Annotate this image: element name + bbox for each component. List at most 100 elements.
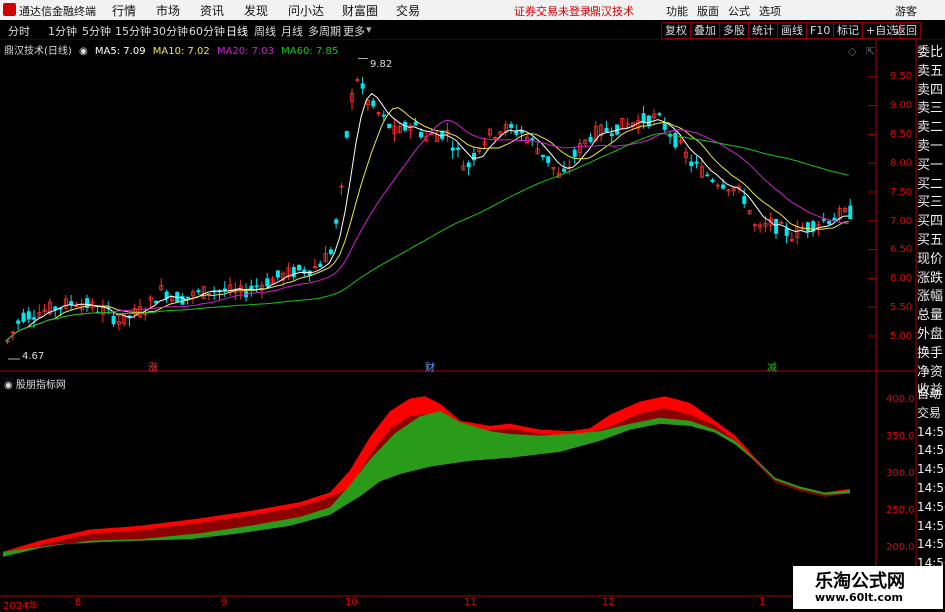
price-tick: 6.00 <box>890 273 913 284</box>
side-panel-item[interactable]: 外盘 <box>917 326 945 345</box>
candle-body <box>710 179 715 182</box>
candle-body <box>450 147 455 151</box>
candle-body <box>646 115 651 127</box>
side-panel-item[interactable]: 14:56 <box>917 535 945 554</box>
ind-tick: 400.0 <box>886 394 915 405</box>
candle-body <box>471 152 476 161</box>
candle-body <box>821 218 826 221</box>
ma20-line <box>5 119 849 342</box>
candle-body <box>440 130 445 139</box>
side-panel-item[interactable]: 14:56 <box>917 441 945 460</box>
candle-body <box>360 83 365 89</box>
ind-tick: 300.0 <box>886 468 915 479</box>
indicator-settings-icon[interactable]: ◉ <box>4 380 16 391</box>
side-panel-item[interactable]: 卖三 <box>917 100 945 119</box>
candle-body <box>546 156 551 163</box>
side-panel-item[interactable]: 涨幅 <box>917 288 945 307</box>
candle-body <box>588 136 593 142</box>
candle-body <box>466 162 471 168</box>
chart-canvas[interactable]: ◇ ⇱ <box>0 0 917 609</box>
candle-body <box>185 296 190 299</box>
candle-body <box>32 317 37 320</box>
candle-body <box>705 174 710 177</box>
candle-body <box>291 266 296 278</box>
side-panel-item[interactable]: 现价 <box>917 251 945 270</box>
side-panel-item[interactable]: 买二 <box>917 176 945 195</box>
candle-body <box>69 301 74 305</box>
candle-body <box>297 264 302 271</box>
price-tick: 7.50 <box>890 187 913 198</box>
ma5-line <box>5 92 849 342</box>
candle-body <box>694 161 699 164</box>
side-panel-item[interactable]: 换手 <box>917 345 945 364</box>
candle-body <box>265 278 270 287</box>
candle-body <box>805 222 810 232</box>
candle-body <box>456 147 461 150</box>
price-tick: 8.00 <box>890 158 913 169</box>
indicator-title: ◉ 股朋指标网 <box>4 376 66 391</box>
month-label: 8 <box>75 597 82 608</box>
side-panel-item[interactable]: 买四 <box>917 213 945 232</box>
side-panel-item[interactable]: 自动 <box>917 385 945 404</box>
month-label: 1 <box>759 597 766 608</box>
price-tick: 7.00 <box>890 216 913 227</box>
side-panel-item[interactable]: 委比 <box>917 44 945 63</box>
price-tick: 9.00 <box>890 100 913 111</box>
moving-averages <box>5 92 849 342</box>
candle-body <box>196 290 201 293</box>
price-tick: 6.50 <box>890 244 913 255</box>
candle-body <box>307 270 312 276</box>
candle-body <box>16 320 21 324</box>
side-panel-item[interactable]: 涨跌 <box>917 270 945 289</box>
event-mark-reduce[interactable]: 减 <box>767 359 777 374</box>
price-tick: 5.00 <box>890 331 913 342</box>
ma10-line <box>5 107 849 342</box>
side-panel-item[interactable]: 卖二 <box>917 119 945 138</box>
candle-body <box>662 123 667 130</box>
candle-body <box>609 133 614 136</box>
side-panel-item[interactable]: 14:56 <box>917 423 945 442</box>
chart-settings-icon[interactable]: ◇ <box>848 45 857 58</box>
side-panel-item[interactable]: 卖一 <box>917 138 945 157</box>
price-grid <box>868 76 876 337</box>
side-panel-item[interactable]: 卖五 <box>917 63 945 82</box>
candle-body <box>318 263 323 268</box>
side-panel-item[interactable]: 14:56 <box>917 498 945 517</box>
side-panel-item[interactable]: 14:56 <box>917 517 945 536</box>
trade-side-panel: 自动交易14:5614:5614:5614:5614:5614:5614:561… <box>917 385 945 573</box>
side-panel-item[interactable]: 净资 <box>917 364 945 383</box>
side-panel-item[interactable]: 总量 <box>917 307 945 326</box>
side-panel-item[interactable]: 14:56 <box>917 479 945 498</box>
candle-body <box>328 249 333 254</box>
candle-body <box>254 285 259 288</box>
price-tick: 9.50 <box>890 71 913 82</box>
candle-body <box>371 100 376 107</box>
event-mark-finance[interactable]: 财 <box>425 359 435 374</box>
candle-body <box>832 217 837 221</box>
month-label: 12 <box>602 597 615 608</box>
ind-tick: 350.0 <box>886 431 915 442</box>
candle-body <box>721 184 726 189</box>
side-panel-item[interactable]: 卖四 <box>917 82 945 101</box>
chart-expand-icon[interactable]: ⇱ <box>866 45 875 58</box>
indicator-name: 股朋指标网 <box>15 380 66 391</box>
side-panel-item[interactable]: 买一 <box>917 157 945 176</box>
side-panel-item[interactable]: 14:56 <box>917 460 945 479</box>
side-panel-item[interactable]: 买五 <box>917 232 945 251</box>
event-mark-rise[interactable]: 涨 <box>148 359 158 374</box>
candle-body <box>509 123 514 128</box>
candle-body <box>530 138 535 141</box>
candle-body <box>344 131 349 138</box>
candle-body <box>774 218 779 234</box>
candle-body <box>689 161 694 167</box>
ind-tick: 200.0 <box>886 542 915 553</box>
side-panel-item[interactable]: 买三 <box>917 194 945 213</box>
candle-body <box>540 154 545 158</box>
quote-side-panel: 委比 卖五 卖四 卖三 卖二 卖一 买一 买二 买三 买四 买五 现价 涨跌 涨幅 总量 外盘 换手 净资 收益 <box>917 44 945 401</box>
price-tick: 8.50 <box>890 129 913 140</box>
side-panel-item[interactable]: 交易 <box>917 404 945 423</box>
low-price-label: 4.67 <box>22 351 45 362</box>
indicator-area <box>3 396 850 557</box>
candle-body <box>111 315 116 325</box>
candle-body <box>21 312 26 322</box>
